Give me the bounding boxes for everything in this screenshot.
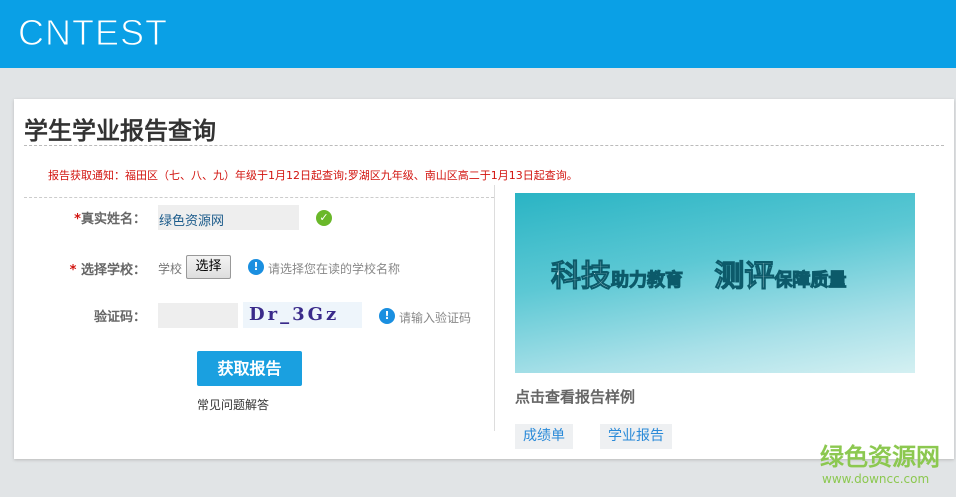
name-input-value: 绿色资源网	[159, 214, 225, 229]
header: CNTEST	[0, 0, 956, 68]
sample-title: 点击查看报告样例	[515, 388, 636, 406]
watermark-logo: 绿色资源网	[820, 443, 940, 471]
info-icon: !	[248, 259, 264, 275]
sample-transcript-link[interactable]: 成绩单	[515, 424, 573, 449]
captcha-hint: 请输入验证码	[399, 311, 472, 325]
faq-link[interactable]: 常见问题解答	[197, 396, 269, 413]
captcha-input[interactable]	[158, 303, 238, 328]
page-title: 学生学业报告查询	[24, 117, 216, 145]
name-label: *真实姓名：	[74, 212, 146, 227]
banner-slogan: 科技助力教育 测评保障质量	[551, 259, 847, 295]
sample-report-link[interactable]: 学业报告	[600, 424, 672, 449]
notice-text: 报告获取通知：福田区（七、八、九）年级于1月12日起查询;罗湖区九年级、南山区高…	[48, 169, 578, 182]
check-icon: ✓	[316, 210, 332, 226]
school-label: * 选择学校：	[69, 263, 146, 278]
watermark-url: www.downcc.com	[822, 472, 930, 486]
divider	[24, 145, 944, 146]
school-hint: 请选择您在读的学校名称	[268, 262, 401, 276]
query-card: 学生学业报告查询 报告获取通知：福田区（七、八、九）年级于1月12日起查询;罗湖…	[14, 99, 954, 459]
get-report-button[interactable]: 获取报告	[197, 351, 302, 386]
school-text: 学校	[158, 262, 183, 276]
divider	[24, 197, 494, 198]
info-icon: !	[379, 308, 395, 324]
vertical-divider	[494, 185, 495, 431]
captcha-label: 验证码：	[93, 310, 146, 325]
banner-image: 科技助力教育 测评保障质量	[515, 193, 915, 373]
captcha-image[interactable]: Dr_3Gz	[243, 302, 362, 328]
select-school-button[interactable]: 选择	[186, 255, 231, 279]
logo[interactable]: CNTEST	[18, 12, 168, 54]
